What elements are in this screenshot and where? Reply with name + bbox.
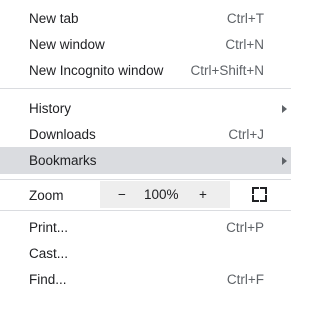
chrome-main-menu: New tab Ctrl+T New window Ctrl+N New Inc…: [0, 0, 291, 319]
menu-item-label: Print...: [29, 220, 69, 235]
menu-item-new-tab[interactable]: New tab Ctrl+T: [0, 6, 291, 32]
menu-item-label: New Incognito window: [29, 63, 164, 78]
menu-item-history[interactable]: History: [0, 96, 291, 122]
menu-separator: [0, 179, 291, 180]
menu-separator: [0, 88, 291, 89]
zoom-row: Zoom − 100% +: [0, 181, 291, 208]
menu-item-shortcut: Ctrl+T: [226, 11, 264, 26]
menu-item-label: Downloads: [29, 127, 96, 142]
menu-item-shortcut: Ctrl+J: [228, 127, 264, 142]
menu-separator: [0, 210, 291, 211]
menu-item-shortcut: Ctrl+P: [226, 220, 264, 235]
menu-item-label: Cast...: [29, 246, 69, 261]
menu-item-label: Find...: [29, 272, 67, 287]
zoom-out-button[interactable]: −: [116, 181, 128, 208]
menu-item-shortcut: Ctrl+Shift+N: [190, 63, 264, 78]
zoom-level: 100%: [144, 187, 179, 202]
menu-item-new-incognito-window[interactable]: New Incognito window Ctrl+Shift+N: [0, 58, 291, 84]
zoom-in-button[interactable]: +: [197, 181, 209, 208]
menu-item-label: Bookmarks: [29, 153, 97, 168]
submenu-arrow-icon: [282, 105, 287, 113]
submenu-arrow-icon: [282, 157, 287, 165]
menu-item-cast[interactable]: Cast...: [0, 241, 291, 267]
menu-item-label: New window: [29, 37, 105, 52]
zoom-label: Zoom: [29, 188, 64, 203]
fullscreen-icon[interactable]: [252, 187, 267, 202]
menu-item-new-window[interactable]: New window Ctrl+N: [0, 32, 291, 58]
menu-item-label: History: [29, 101, 72, 116]
menu-item-bookmarks[interactable]: Bookmarks: [0, 147, 291, 174]
menu-item-downloads[interactable]: Downloads Ctrl+J: [0, 122, 291, 148]
menu-item-print[interactable]: Print... Ctrl+P: [0, 215, 291, 241]
menu-item-shortcut: Ctrl+F: [226, 272, 264, 287]
menu-item-shortcut: Ctrl+N: [225, 37, 264, 52]
menu-item-find[interactable]: Find... Ctrl+F: [0, 267, 291, 293]
menu-item-label: New tab: [29, 11, 79, 26]
zoom-controls: − 100% +: [100, 181, 230, 208]
